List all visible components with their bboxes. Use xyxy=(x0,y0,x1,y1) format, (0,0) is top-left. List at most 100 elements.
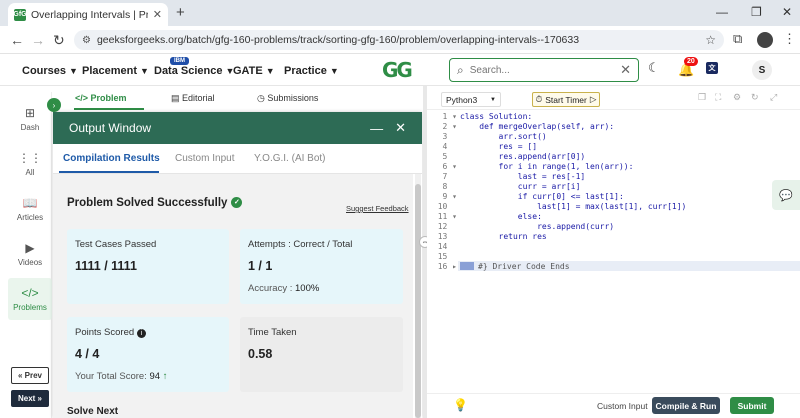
start-timer-button[interactable]: ⏱ Start Timer ▷ xyxy=(532,92,600,107)
suggest-feedback-link[interactable]: Suggest Feedback xyxy=(346,204,409,213)
menu-gate-label: GATE xyxy=(233,65,263,77)
close-window-icon[interactable]: ✕ xyxy=(782,5,792,19)
active-tab-underline xyxy=(74,108,144,110)
card-time-taken: Time Taken 0.58 xyxy=(240,317,403,392)
scrollbar-thumb[interactable] xyxy=(415,184,421,418)
chat-bubble-icon[interactable]: 💬 xyxy=(772,180,800,210)
forward-icon[interactable]: → xyxy=(31,32,45,48)
info-icon[interactable]: i xyxy=(137,329,147,338)
user-avatar[interactable]: S xyxy=(752,60,772,80)
tab-editorial[interactable]: ▤ Editorial xyxy=(171,93,215,104)
address-bar-row: ← → ↻ ⚙ geeksforgeeks.org/batch/gfg-160-… xyxy=(0,26,800,54)
rail-item-dash-label: Dash xyxy=(20,123,40,132)
url-text: geeksforgeeks.org/batch/gfg-160-problems… xyxy=(96,34,580,46)
line-number: 10 xyxy=(437,202,448,211)
close-output-icon[interactable]: ✕ xyxy=(395,120,406,136)
output-window-title: Output Window xyxy=(69,121,152,135)
code-line: curr = arr[i] xyxy=(460,182,581,191)
code-lines: class Solution: def mergeOverlap(self, a… xyxy=(460,112,790,272)
menu-data-science[interactable]: Data Science ▼ xyxy=(154,65,234,77)
expand-icon[interactable]: ⤢ xyxy=(770,92,777,103)
tab-compilation-results[interactable]: Compilation Results xyxy=(63,153,160,164)
settings-icon[interactable]: ⚙ xyxy=(733,92,741,103)
tab-submissions-label: Submissions xyxy=(267,93,319,103)
start-timer-label: Start Timer xyxy=(545,94,587,105)
line-number: 11 ▾ xyxy=(437,212,457,221)
reload-icon[interactable]: ↻ xyxy=(53,32,65,49)
time-taken-label: Time Taken xyxy=(248,327,297,338)
rail-item-videos[interactable]: ▶ Videos xyxy=(8,241,52,267)
browser-menu-icon[interactable]: ⋮ xyxy=(783,31,796,47)
search-box[interactable]: ⌕ ✕ xyxy=(449,58,639,82)
problem-tabs: </> Problem ▤ Editorial ◷ Submissions xyxy=(53,86,423,110)
card-points: Points Scored i 4 / 4 Your Total Score: 9… xyxy=(67,317,229,392)
menu-gate[interactable]: GATE ▼ xyxy=(233,65,275,77)
play-icon: ▷ xyxy=(589,94,597,104)
clear-search-icon[interactable]: ✕ xyxy=(620,62,631,78)
gfg-favicon-icon: GfG xyxy=(13,8,27,21)
copy-icon[interactable]: ❐ xyxy=(698,92,706,103)
translate-icon[interactable]: 文 xyxy=(706,62,718,74)
fullscreen-icon[interactable]: ⛶ xyxy=(715,92,721,103)
gfg-logo[interactable]: GG xyxy=(382,58,413,82)
code-line: for i in range(1, len(arr)): xyxy=(460,162,634,171)
custom-input-link[interactable]: Custom Input xyxy=(597,401,648,411)
expand-panel-icon[interactable]: › xyxy=(47,98,61,112)
close-tab-icon[interactable]: ✕ xyxy=(153,8,162,21)
tab-custom-input[interactable]: Custom Input xyxy=(175,153,234,164)
tab-yogi-ai-bot[interactable]: Y.O.G.I. (AI Bot) xyxy=(254,153,326,164)
rail-item-problems-label: Problems xyxy=(13,303,47,312)
output-scrollbar[interactable] xyxy=(415,174,421,418)
reset-icon[interactable]: ↻ xyxy=(751,92,759,103)
compile-run-button[interactable]: Compile & Run xyxy=(652,397,720,414)
browser-tab[interactable]: GfG Overlapping Intervals | Practice ✕ xyxy=(8,3,168,26)
browser-tab-title: Overlapping Intervals | Practice xyxy=(31,8,148,21)
menu-placement[interactable]: Placement ▼ xyxy=(82,65,149,77)
rail-item-dash[interactable]: ⊞ Dash xyxy=(8,106,52,132)
tab-submissions[interactable]: ◷ Submissions xyxy=(257,93,318,104)
tab-problem-label: Problem xyxy=(90,93,127,103)
bookmark-star-icon[interactable]: ☆ xyxy=(705,33,716,47)
status-text: Problem Solved Successfully xyxy=(67,197,228,209)
new-tab-icon[interactable]: + xyxy=(176,4,185,21)
lightbulb-icon[interactable]: 💡 xyxy=(453,398,468,412)
rail-item-all[interactable]: ⋮⋮ All xyxy=(8,151,52,177)
restore-icon[interactable]: ❐ xyxy=(751,5,762,19)
search-input[interactable] xyxy=(469,64,615,76)
rail-item-articles[interactable]: 📖 Articles xyxy=(8,196,52,222)
dark-mode-icon[interactable]: ☾ xyxy=(648,60,660,76)
test-cases-value: 1111 / 1111 xyxy=(75,259,137,273)
menu-practice[interactable]: Practice ▼ xyxy=(284,65,339,77)
code-line: last = res[-1] xyxy=(460,172,586,181)
book-icon: 📖 xyxy=(22,196,38,210)
next-button[interactable]: Next » xyxy=(11,390,49,407)
submit-button[interactable]: Submit xyxy=(730,397,774,414)
output-window-header: Output Window — ✕ xyxy=(53,112,422,144)
attempts-value: 1 / 1 xyxy=(248,259,273,273)
chevron-down-icon: ▼ xyxy=(69,66,78,76)
code-line: class Solution: xyxy=(460,112,533,121)
points-label: Points Scored xyxy=(75,327,135,338)
language-select[interactable]: Python3 ▼ xyxy=(441,92,501,107)
code-line: #} Driver Code Ends xyxy=(478,262,570,271)
browser-profile-avatar[interactable] xyxy=(757,32,773,48)
line-number: 4 xyxy=(442,142,448,151)
tab-problem[interactable]: </> Problem xyxy=(75,93,127,103)
output-window: Output Window — ✕ Compilation Results Cu… xyxy=(53,112,422,418)
video-icon: ▶ xyxy=(25,241,35,255)
url-bar[interactable]: ⚙ geeksforgeeks.org/batch/gfg-160-proble… xyxy=(74,30,724,50)
back-icon[interactable]: ← xyxy=(10,32,24,48)
minimize-output-icon[interactable]: — xyxy=(370,121,383,136)
status-message: Problem Solved Successfully ✓ xyxy=(67,197,243,209)
chevron-down-icon: ▼ xyxy=(490,96,496,103)
site-info-icon[interactable]: ⚙ xyxy=(82,35,91,46)
menu-courses[interactable]: Courses ▼ xyxy=(22,65,78,77)
rail-item-videos-label: Videos xyxy=(17,258,43,267)
rail-item-problems[interactable]: </> Problems xyxy=(8,278,52,320)
extensions-icon[interactable]: ⧉ xyxy=(733,31,742,47)
line-number: 6 ▾ xyxy=(442,162,457,171)
accuracy-label: Accuracy : xyxy=(248,283,293,294)
minimize-icon[interactable]: — xyxy=(716,5,728,19)
prev-button[interactable]: « Prev xyxy=(11,367,49,384)
